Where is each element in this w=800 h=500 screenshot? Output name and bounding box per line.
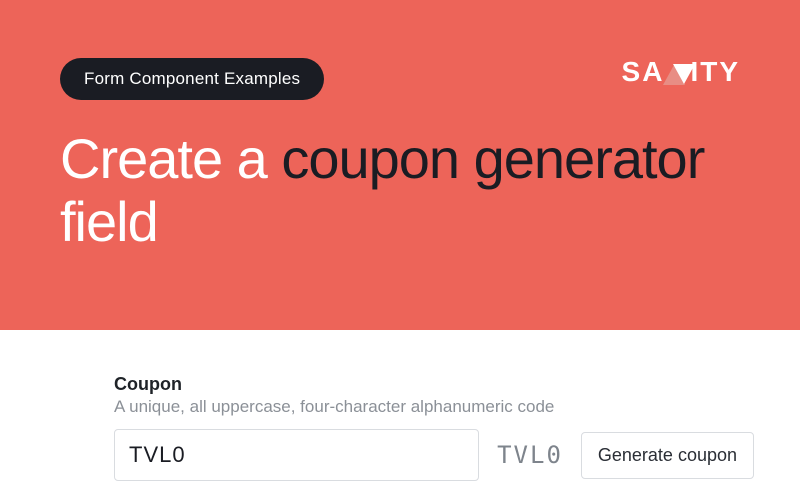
form-section: Coupon A unique, all uppercase, four-cha…: [0, 330, 800, 481]
page-title: Create a coupon generator field: [60, 128, 740, 253]
headline-part-2: coupon generator: [281, 127, 704, 190]
hero-banner: Form Component Examples SAITY Create a c…: [0, 0, 800, 330]
coupon-field-row: TVL0 Generate coupon: [114, 429, 754, 481]
brand-logo: SAITY: [622, 56, 740, 88]
category-pill: Form Component Examples: [60, 58, 324, 100]
coupon-field-label: Coupon: [114, 374, 740, 395]
headline-part-1: Create a: [60, 127, 281, 190]
coupon-field-description: A unique, all uppercase, four-character …: [114, 397, 740, 417]
coupon-input[interactable]: [114, 429, 479, 481]
generate-coupon-button[interactable]: Generate coupon: [581, 432, 754, 479]
headline-part-3: field: [60, 190, 158, 253]
coupon-preview: TVL0: [497, 441, 563, 469]
